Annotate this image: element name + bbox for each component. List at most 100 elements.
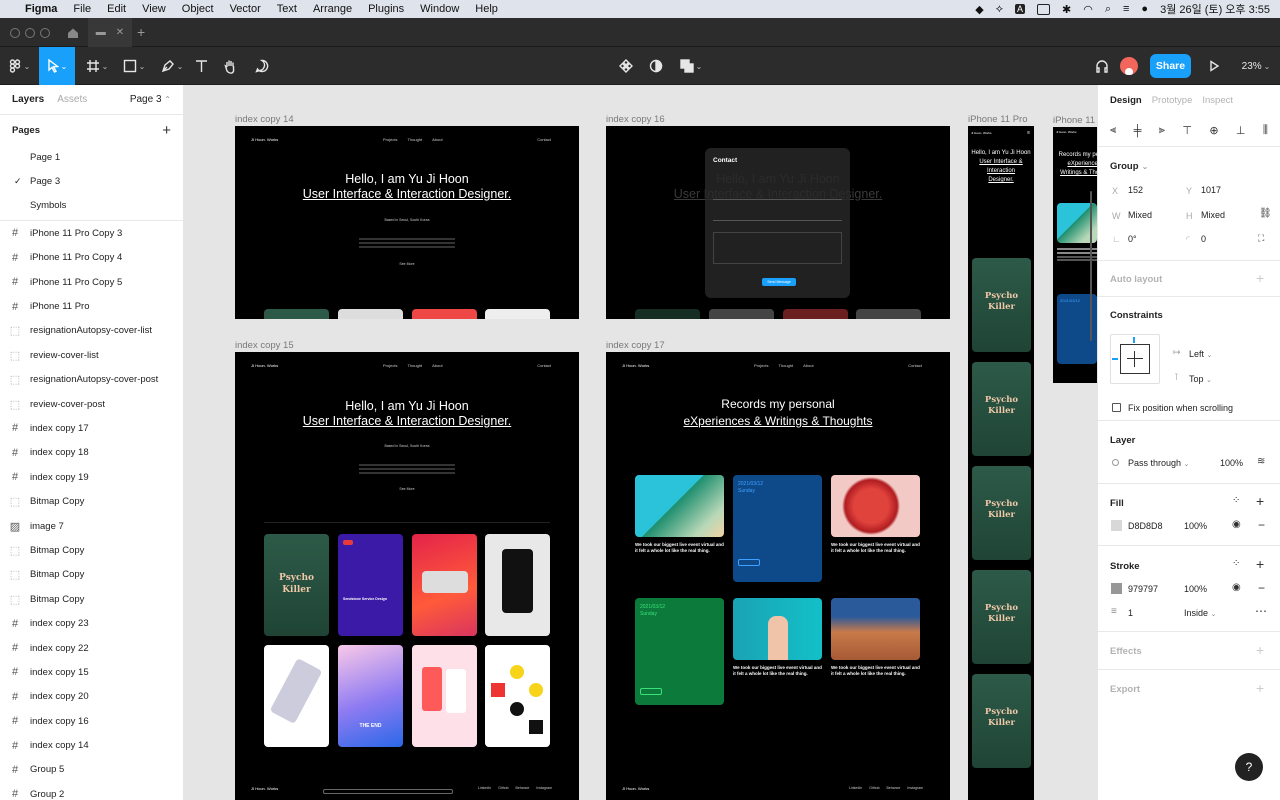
x-field[interactable]: 152 xyxy=(1128,185,1143,195)
components-tool[interactable] xyxy=(615,47,637,85)
align-top-icon[interactable]: ⊤ xyxy=(1182,124,1192,137)
fill-opacity-field[interactable]: 100% xyxy=(1184,521,1207,531)
dropbox-icon[interactable]: ◆ xyxy=(975,3,983,16)
menu-app[interactable]: Figma xyxy=(25,3,57,15)
add-fill-icon[interactable]: + xyxy=(1256,493,1264,509)
frame-tool[interactable]: ⌄ xyxy=(80,47,114,85)
constraint-left-pin[interactable] xyxy=(1112,358,1118,360)
layer-opacity-field[interactable]: 100% xyxy=(1220,458,1243,468)
menu-plugins[interactable]: Plugins xyxy=(368,3,404,15)
style-grid-icon[interactable]: ⁘ xyxy=(1232,495,1240,506)
layer-item[interactable]: ⬚ review-cover-post xyxy=(0,392,183,416)
menu-arrange[interactable]: Arrange xyxy=(313,3,352,15)
wifi-icon[interactable]: ◠ xyxy=(1083,3,1093,16)
tab-layers[interactable]: Layers xyxy=(12,94,44,105)
home-tab[interactable] xyxy=(58,18,88,47)
page-item-symbols[interactable]: Symbols xyxy=(0,194,183,218)
audio-button[interactable] xyxy=(1092,47,1112,85)
layer-item[interactable]: ▨ image 7 xyxy=(0,514,183,538)
scrollbar[interactable] xyxy=(1090,191,1092,341)
text-tool[interactable] xyxy=(190,47,212,85)
layer-item[interactable]: ⬚ Bitmap Copy xyxy=(0,489,183,513)
frame-index-copy-16[interactable]: Hello, I am Yu Ji Hoon User Interface & … xyxy=(606,126,950,319)
menu-view[interactable]: View xyxy=(142,3,166,15)
boolean-tool[interactable]: ⌄ xyxy=(676,47,706,85)
menubar-clock[interactable]: 3월 26일 (토) 오후 3:55 xyxy=(1160,1,1270,17)
frame-iphone-11-pro-2[interactable]: JI Hoon. Works Records my personal eXper… xyxy=(1053,127,1097,383)
tab-assets[interactable]: Assets xyxy=(57,94,87,105)
menu-text[interactable]: Text xyxy=(277,3,297,15)
fix-position-checkbox[interactable] xyxy=(1112,403,1121,412)
layer-item[interactable]: # index copy 18 xyxy=(0,441,183,465)
input-source-icon[interactable]: A xyxy=(1014,4,1025,14)
layer-item[interactable]: ⬚ Bitmap Copy xyxy=(0,563,183,587)
add-auto-layout-icon[interactable]: + xyxy=(1256,270,1264,286)
layer-item[interactable]: # index copy 20 xyxy=(0,685,183,709)
add-stroke-icon[interactable]: + xyxy=(1256,556,1264,572)
eye-icon[interactable]: ◉ xyxy=(1232,519,1241,530)
more-options-icon[interactable]: ⋯ xyxy=(1255,604,1267,618)
constraint-top-pin[interactable] xyxy=(1133,337,1135,343)
frame-index-copy-14[interactable]: JI Hoon. Works Projects Thought About Cont… xyxy=(235,126,579,319)
radius-field[interactable]: 0 xyxy=(1201,234,1206,244)
tab-inspect[interactable]: Inspect xyxy=(1202,95,1233,106)
stroke-color-swatch[interactable] xyxy=(1111,583,1122,594)
menu-window[interactable]: Window xyxy=(420,3,459,15)
layer-item[interactable]: # index copy 23 xyxy=(0,611,183,635)
constraint-widget[interactable] xyxy=(1110,334,1160,384)
comment-tool[interactable] xyxy=(250,47,274,85)
frame-label[interactable]: index copy 17 xyxy=(606,340,665,351)
layer-item[interactable]: # index copy 19 xyxy=(0,465,183,489)
share-button[interactable]: Share xyxy=(1150,54,1191,78)
zoom-dropdown[interactable]: 23% ⌄ xyxy=(1236,47,1276,85)
align-bottom-icon[interactable]: ⊥ xyxy=(1236,124,1246,137)
group-header[interactable]: Group ⌄ xyxy=(1110,160,1148,172)
fill-hex-field[interactable]: D8D8D8 xyxy=(1128,521,1163,531)
vertical-constraint-dropdown[interactable]: Top ⌄ xyxy=(1189,374,1212,384)
layer-item[interactable]: # index copy 17 xyxy=(0,416,183,440)
layer-item[interactable]: # index copy 15 xyxy=(0,660,183,684)
align-left-icon[interactable]: ⫷ xyxy=(1110,124,1116,137)
layer-item[interactable]: # iPhone 11 Pro xyxy=(0,294,183,318)
stroke-hex-field[interactable]: 979797 xyxy=(1128,584,1158,594)
distribute-icon[interactable]: ⫼ xyxy=(1263,124,1268,137)
control-center-icon[interactable]: ≡ xyxy=(1123,3,1129,15)
layer-item[interactable]: # index copy 16 xyxy=(0,709,183,733)
add-page-icon[interactable]: + xyxy=(162,122,171,139)
layer-item[interactable]: ⬚ Bitmap Copy xyxy=(0,587,183,611)
close-window-button[interactable] xyxy=(10,28,20,38)
page-item-3[interactable]: ✓ Page 3 xyxy=(0,169,183,193)
tab-prototype[interactable]: Prototype xyxy=(1152,95,1193,106)
menu-file[interactable]: File xyxy=(73,3,91,15)
layer-item[interactable]: ⬚ review-cover-list xyxy=(0,343,183,367)
remove-fill-icon[interactable]: − xyxy=(1258,518,1265,532)
y-field[interactable]: 1017 xyxy=(1201,185,1221,195)
menu-vector[interactable]: Vector xyxy=(230,3,261,15)
layer-item[interactable]: # iPhone 11 Pro Copy 4 xyxy=(0,246,183,270)
frame-label[interactable]: index copy 15 xyxy=(235,340,294,351)
add-export-icon[interactable]: + xyxy=(1256,680,1264,696)
new-tab-icon[interactable]: + xyxy=(137,24,145,40)
style-grid-icon[interactable]: ⁘ xyxy=(1232,558,1240,569)
help-button[interactable]: ? xyxy=(1235,753,1263,781)
page-item-1[interactable]: Page 1 xyxy=(0,145,183,169)
mask-tool[interactable] xyxy=(645,47,667,85)
layer-item[interactable]: # index copy 22 xyxy=(0,636,183,660)
zoom-window-button[interactable] xyxy=(40,28,50,38)
main-menu-button[interactable]: ⌄ xyxy=(0,47,38,85)
close-tab-icon[interactable]: ✕ xyxy=(116,27,124,38)
minimize-window-button[interactable] xyxy=(25,28,35,38)
search-icon[interactable]: ⌕ xyxy=(1105,3,1111,16)
horizontal-constraint-dropdown[interactable]: Left ⌄ xyxy=(1189,349,1212,359)
blend-mode-dropdown[interactable]: Pass through ⌄ xyxy=(1128,458,1189,468)
align-right-icon[interactable]: ⫸ xyxy=(1159,124,1165,137)
tab-design[interactable]: Design xyxy=(1110,95,1142,106)
layer-item[interactable]: # Group 5 xyxy=(0,758,183,782)
stroke-opacity-field[interactable]: 100% xyxy=(1184,584,1207,594)
frame-index-copy-15[interactable]: JI Hoon. Works Projects Thought About Cont… xyxy=(235,352,579,800)
present-button[interactable] xyxy=(1204,47,1224,85)
align-v-center-icon[interactable]: ⊕ xyxy=(1209,124,1218,137)
battery-icon[interactable] xyxy=(1037,3,1050,15)
layer-item[interactable]: # iPhone 11 Pro Copy 3 xyxy=(0,221,183,245)
menu-edit[interactable]: Edit xyxy=(107,3,126,15)
